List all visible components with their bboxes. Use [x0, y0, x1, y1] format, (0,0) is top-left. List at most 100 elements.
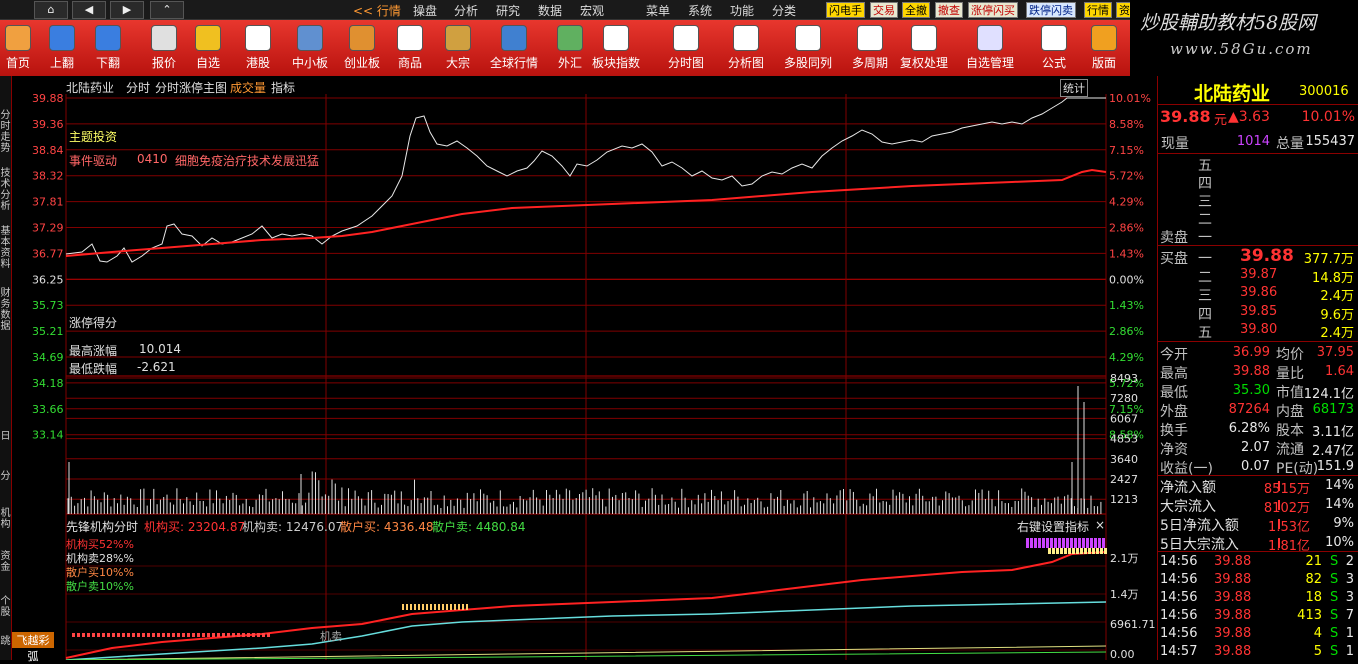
buy-level: 五	[1198, 325, 1212, 341]
toolbar-money-button[interactable]: 外汇	[544, 22, 596, 74]
volume-tick: 8493	[1110, 372, 1138, 385]
inst-buy-marker	[414, 604, 416, 610]
toolbar-yuan-star-button[interactable]: 自选	[182, 22, 234, 74]
inst-buy-marker	[122, 633, 125, 637]
toolbar-globe-button[interactable]: 全球行情	[488, 22, 540, 74]
toolbar-manage-button[interactable]: 自选管理	[964, 22, 1016, 74]
price-tick: 36.25	[32, 273, 64, 286]
toolbar-calendar-2-button[interactable]: 商品	[384, 22, 436, 74]
inst-buy-marker	[72, 633, 75, 637]
back-button[interactable]: ◀	[72, 1, 106, 19]
toolbar-period-button[interactable]: 多周期	[844, 22, 896, 74]
toolbar-label: 下翻	[95, 56, 120, 70]
forward-button[interactable]: ▶	[110, 1, 144, 19]
menu-system[interactable]: 系统	[688, 2, 712, 19]
toolbar-line-chart-button[interactable]: 分时图	[660, 22, 712, 74]
flow-bar	[1278, 481, 1280, 491]
toolbar-layout-button[interactable]: 版面	[1078, 22, 1130, 74]
trade-time: 14:56	[1160, 572, 1198, 587]
toolbar-multi-chart-button[interactable]: 多股同列	[782, 22, 834, 74]
toolbar-formula-button[interactable]: 公式	[1028, 22, 1080, 74]
inst-buy-marker	[162, 633, 165, 637]
toolbar-monitor-button[interactable]: 中小板	[284, 22, 336, 74]
menu-research[interactable]: 研究	[496, 2, 520, 19]
globe-icon	[501, 25, 527, 51]
collapse-button[interactable]: ⌃	[150, 1, 184, 19]
total-volume-label: 总量	[1276, 136, 1304, 152]
inst-buy-marker	[87, 633, 90, 637]
flow-pct: 14%	[1325, 478, 1354, 493]
toolbar-restore-button[interactable]: 复权处理	[898, 22, 950, 74]
cancel-all-tag[interactable]: 全撤	[902, 2, 930, 18]
inst-buy-marker	[1060, 548, 1063, 554]
close-indicator-icon[interactable]: ×	[1095, 518, 1105, 532]
toolbar-box-button[interactable]: 大宗	[432, 22, 484, 74]
right-click-settings[interactable]: 右键设置指标	[1017, 518, 1089, 535]
trade-time: 14:56	[1160, 608, 1198, 623]
left-tab-1[interactable]: 技术分析	[0, 168, 11, 212]
limit-down-sell-tag[interactable]: 跌停闪卖	[1026, 2, 1076, 18]
menu-menu[interactable]: 菜单	[646, 2, 670, 19]
buy-volume: 2.4万	[1320, 289, 1354, 304]
menu-data[interactable]: 数据	[538, 2, 562, 19]
inst-buy-marker	[1080, 548, 1083, 554]
left-tab-6[interactable]: 分	[0, 471, 11, 482]
left-tab-8[interactable]: 资金	[0, 551, 11, 573]
trade-tag[interactable]: 交易	[870, 2, 898, 18]
price-tick: 35.21	[32, 325, 64, 338]
trade-time: 14:57	[1160, 644, 1198, 659]
inst-buy-marker	[1064, 548, 1067, 554]
buy-volume: 377.7万	[1303, 252, 1354, 267]
menu-function[interactable]: 功能	[730, 2, 754, 19]
left-tab-7[interactable]: 机构	[0, 508, 11, 530]
stat-value: 3.11亿	[1312, 425, 1354, 440]
stat-value: 1.64	[1325, 364, 1354, 379]
cancel-query-tag[interactable]: 撤查	[935, 2, 963, 18]
inst-buy-marker	[252, 633, 255, 637]
left-tab-3[interactable]: 财务数据	[0, 288, 11, 332]
pct-tick: 1.43%	[1109, 299, 1144, 312]
inst-buy-marker	[1076, 548, 1079, 554]
home-nav-button[interactable]: ⌂	[34, 1, 68, 19]
pct-tick: 2.86%	[1109, 325, 1144, 338]
menu-category[interactable]: 分类	[772, 2, 796, 19]
quotes-tag[interactable]: 行情	[1084, 2, 1112, 18]
panel-price-unit: 元	[1214, 113, 1228, 128]
left-tab-0[interactable]: 分时走势	[0, 110, 11, 154]
menu-quotes[interactable]: << 行情	[353, 2, 401, 19]
pct-tick: 4.29%	[1109, 196, 1144, 209]
toolbar-arrow-down-button[interactable]: 下翻	[82, 22, 134, 74]
left-tab-9[interactable]: 个股	[0, 596, 11, 618]
sell-annotation: 机卖	[320, 630, 342, 643]
toolbar-calendar-3-button[interactable]: 板块指数	[590, 22, 642, 74]
flash-trade-tag[interactable]: 闪电手	[826, 2, 865, 18]
pct-tick: 8.58%	[1109, 118, 1144, 131]
inst-buy-marker	[267, 633, 270, 637]
left-tab-10[interactable]: 跳	[0, 636, 11, 647]
pct-tick: 1.43%	[1109, 247, 1144, 260]
limit-up-buy-tag[interactable]: 涨停闪买	[968, 2, 1018, 18]
inst-buy-marker	[157, 633, 160, 637]
color-arc-badge[interactable]: 飞越彩弧	[12, 632, 54, 663]
left-tab-2[interactable]: 基本资料	[0, 226, 11, 270]
menu-macro[interactable]: 宏观	[580, 2, 604, 19]
menu-trade[interactable]: 操盘	[413, 2, 437, 19]
toolbar-edit-button[interactable]: 创业板	[336, 22, 388, 74]
inst-buy-marker	[1104, 548, 1107, 554]
left-tab-5[interactable]: 日	[0, 431, 11, 442]
menu-analysis[interactable]: 分析	[454, 2, 478, 19]
toolbar-candle-button[interactable]: 分析图	[720, 22, 772, 74]
buy-price: 39.86	[1240, 285, 1278, 300]
inst-buy-marker	[107, 633, 110, 637]
toolbar-calendar-1-button[interactable]: 港股	[232, 22, 284, 74]
stat-label: 内盘	[1276, 404, 1304, 420]
inst-buy-marker	[1048, 548, 1051, 554]
stat-value: 35.30	[1232, 383, 1270, 398]
flow-pct: 9%	[1333, 516, 1354, 531]
stat-label: 均价	[1276, 347, 1304, 363]
flow-bar	[1278, 519, 1280, 529]
inst-buy-marker	[1094, 538, 1097, 548]
formula-icon	[1041, 25, 1067, 51]
inst-buy-marker	[458, 604, 460, 610]
toolbar-arrow-up-button[interactable]: 上翻	[36, 22, 88, 74]
